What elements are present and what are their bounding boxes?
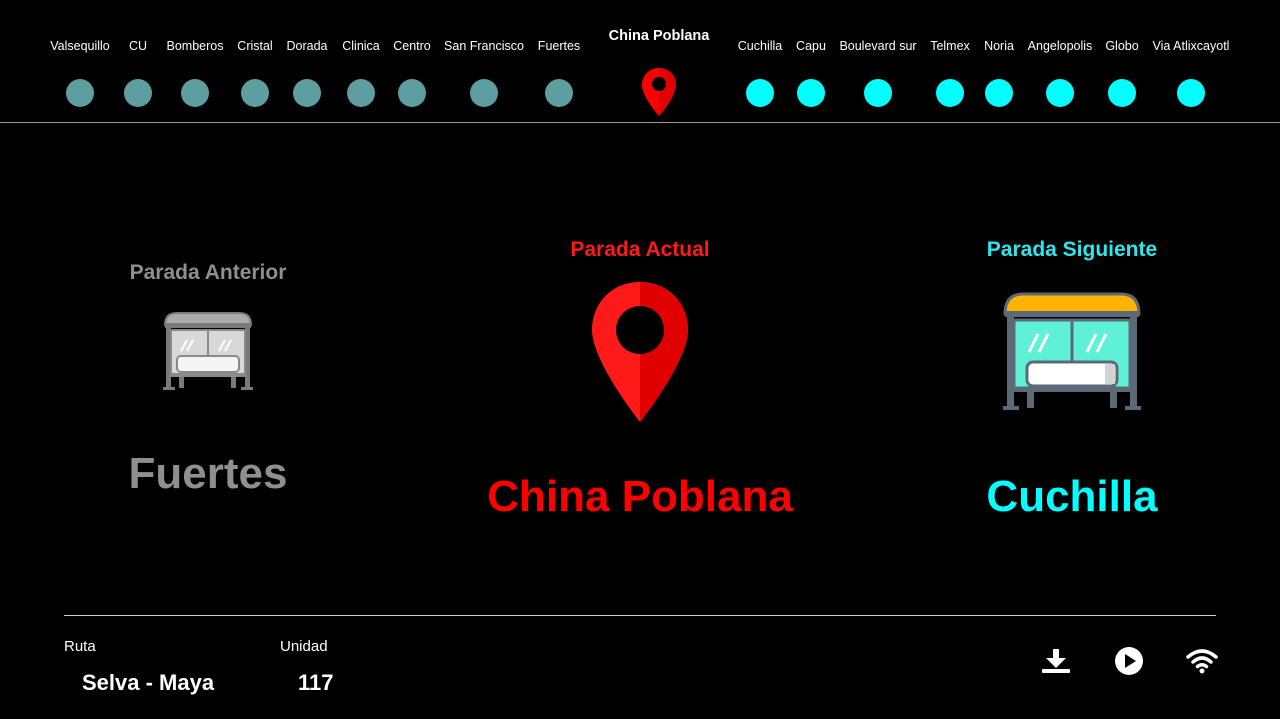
- bus-stop-icon: [1001, 292, 1143, 414]
- stop-dot-upcoming: [985, 79, 1013, 107]
- route-stop-label: Clinica: [342, 39, 380, 53]
- next-stop-name: Cuchilla: [986, 472, 1158, 521]
- wifi-icon: [1186, 649, 1218, 674]
- next-stop-heading: Parada Siguiente: [986, 238, 1158, 261]
- route-strip: Valsequillo CU Bomberos Cristal Dorada C…: [0, 0, 1280, 123]
- bus-stop-icon: [161, 311, 255, 393]
- route-stop-label: Globo: [1105, 39, 1139, 53]
- stop-dot-upcoming: [1177, 79, 1205, 107]
- route-stop-label: Via Atlixcayotl: [1152, 39, 1230, 53]
- play-button[interactable]: [1113, 645, 1145, 677]
- route-label: Ruta: [64, 638, 96, 655]
- current-stop-heading: Parada Actual: [570, 238, 710, 261]
- stop-dot-passed: [470, 79, 498, 107]
- transit-display: Valsequillo CU Bomberos Cristal Dorada C…: [0, 0, 1280, 719]
- next-stop-panel: Parada Siguiente Cuchilla: [922, 238, 1222, 521]
- route-stop-label: Dorada: [286, 39, 328, 53]
- route-stop-label: Cristal: [237, 39, 273, 53]
- footer-divider: [64, 615, 1216, 616]
- route-stop-label: Bomberos: [166, 39, 224, 53]
- current-stop-name: China Poblana: [487, 472, 793, 521]
- stop-dot-upcoming: [1046, 79, 1074, 107]
- stop-dot-passed: [398, 79, 426, 107]
- unit-value: 117: [298, 670, 334, 695]
- current-stop-panel: Parada Actual China Poblana: [440, 238, 840, 521]
- route-stop-label: Telmex: [930, 39, 970, 53]
- stop-dot-passed: [181, 79, 209, 107]
- route-value: Selva - Maya: [82, 670, 215, 695]
- previous-stop-heading: Parada Anterior: [129, 261, 287, 284]
- stop-dot-upcoming: [936, 79, 964, 107]
- unit-label: Unidad: [280, 638, 328, 655]
- route-stop-label: Angelopolis: [1027, 39, 1093, 53]
- stop-dot-passed: [347, 79, 375, 107]
- stop-dot-upcoming: [1108, 79, 1136, 107]
- route-stop-label: Fuertes: [537, 39, 581, 53]
- route-stop-label: Valsequillo: [50, 39, 110, 53]
- route-stop-label: Centro: [393, 39, 431, 53]
- stop-dot-passed: [241, 79, 269, 107]
- route-stop-label: Cuchilla: [737, 39, 783, 53]
- previous-stop-panel: Parada Anterior Fuertes: [58, 261, 358, 498]
- route-stop-label: Capu: [796, 39, 826, 53]
- stop-dot-passed: [124, 79, 152, 107]
- route-stop-label: San Francisco: [444, 39, 524, 53]
- route-stop-label: CU: [128, 39, 148, 53]
- location-pin-icon: [590, 280, 690, 425]
- route-stop-label: Boulevard sur: [839, 39, 917, 53]
- download-button[interactable]: [1040, 645, 1072, 677]
- download-icon: [1042, 649, 1070, 673]
- route-stop-label: Noria: [984, 39, 1014, 53]
- previous-stop-name: Fuertes: [128, 449, 288, 498]
- stop-dot-passed: [545, 79, 573, 107]
- play-icon: [1115, 647, 1143, 675]
- stop-dot-upcoming: [797, 79, 825, 107]
- stop-dot-upcoming: [746, 79, 774, 107]
- wifi-button[interactable]: [1186, 645, 1218, 677]
- stop-dot-passed: [66, 79, 94, 107]
- stop-dot-passed: [293, 79, 321, 107]
- location-pin-icon: [642, 68, 676, 116]
- route-stop-label-current: China Poblana: [608, 28, 710, 44]
- stop-dot-upcoming: [864, 79, 892, 107]
